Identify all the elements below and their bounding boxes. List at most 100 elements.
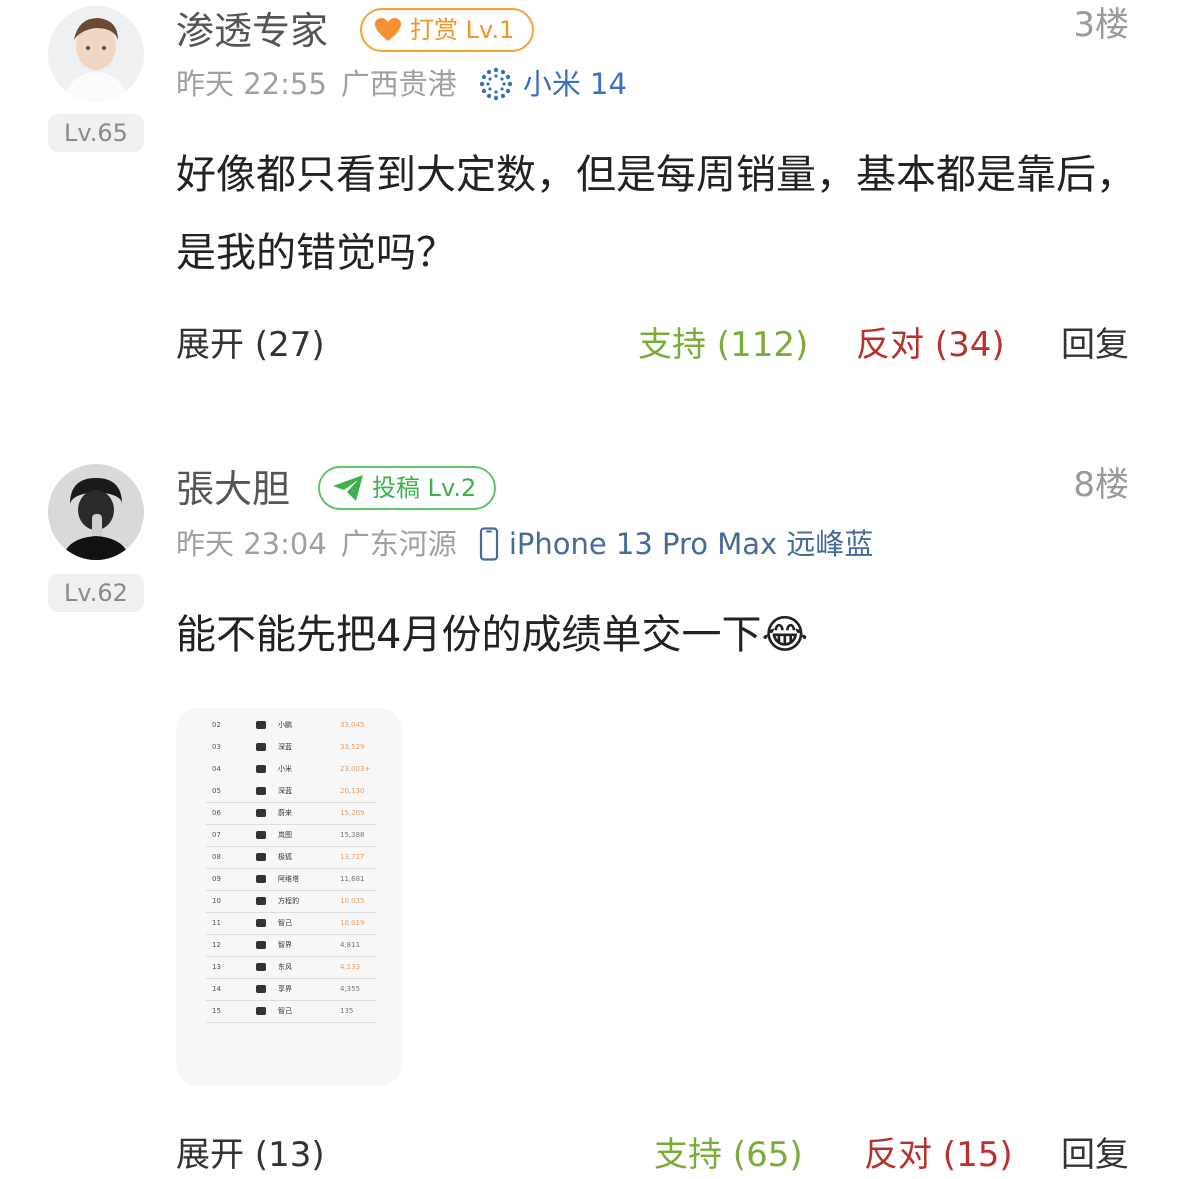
- post-time: 昨天 23:04: [176, 527, 327, 561]
- username[interactable]: 渗透专家: [176, 6, 328, 56]
- thumbnail-value: 33,045: [340, 721, 365, 729]
- oppose-button[interactable]: 反对 (34): [856, 320, 1005, 370]
- brand-logo-icon: [256, 721, 266, 729]
- ip-location: 广东河源: [340, 527, 457, 561]
- brand-logo-icon: [256, 831, 266, 839]
- thumbnail-rank: 12: [212, 941, 221, 949]
- brand-logo-icon: [256, 919, 266, 927]
- brand-logo-icon: [256, 853, 266, 861]
- thumbnail-brand: 阿维塔: [278, 875, 299, 883]
- brand-logo-icon: [256, 985, 266, 993]
- badge-label: 打赏 Lv.1: [410, 16, 515, 44]
- floor-number: 3楼: [1073, 5, 1129, 45]
- reward-badge[interactable]: 打赏 Lv.1: [360, 8, 535, 52]
- comment-meta: 昨天 23:04 广东河源 iPhone 13 Pro Max 远峰蓝: [176, 524, 873, 564]
- thumbnail-row: 08 极狐 13,727: [176, 846, 402, 868]
- thumbnail-rank: 05: [212, 787, 221, 795]
- thumbnail-row: 10 方程豹 10,035: [176, 890, 402, 912]
- thumbnail-brand: 小鹏: [278, 721, 292, 729]
- thumbnail-row: 06 蔚来 15,269: [176, 802, 402, 824]
- support-button[interactable]: 支持 (112): [638, 320, 808, 370]
- thumbnail-brand: 极狐: [278, 853, 292, 861]
- thumbnail-brand: 蔚来: [278, 809, 292, 817]
- reply-button[interactable]: 回复: [1061, 1130, 1129, 1179]
- thumbnail-row: 02 小鹏 33,045: [176, 714, 402, 736]
- brand-logo-icon: [256, 897, 266, 905]
- comment-floor-8: Lv.62 張大胆 投稿 Lv.2 8楼 昨天 23:04 广东河源 iPhon…: [0, 460, 1179, 1179]
- thumbnail-brand: 智界: [278, 941, 292, 949]
- contributor-badge[interactable]: 投稿 Lv.2: [318, 466, 497, 510]
- expand-replies-button[interactable]: 展开 (13): [176, 1130, 325, 1179]
- comment-floor-3: Lv.65 渗透专家 打赏 Lv.1 3楼 昨天 22:55 广西贵港 小米 1…: [0, 0, 1179, 440]
- thumbnail-brand: 深蓝: [278, 787, 292, 795]
- thumbnail-brand: 东风: [278, 963, 292, 971]
- brand-logo-icon: [256, 765, 266, 773]
- thumbnail-value: 15,269: [340, 809, 365, 817]
- heart-icon: [375, 18, 401, 41]
- username[interactable]: 張大胆: [176, 464, 290, 514]
- thumbnail-brand: 岚图: [278, 831, 292, 839]
- thumbnail-brand: 深蓝: [278, 743, 292, 751]
- attached-image-thumbnail[interactable]: 02 小鹏 33,045 03 深蓝 33,529 04 小米 23,003+ 05 深蓝 20,13…: [176, 708, 402, 1086]
- brand-logo-icon: [256, 787, 266, 795]
- thumbnail-brand: 方程豹: [278, 897, 299, 905]
- thumbnail-row: 03 深蓝 33,529: [176, 736, 402, 758]
- thumbnail-value: 15,388: [340, 831, 365, 839]
- thumbnail-value: 23,003+: [340, 765, 371, 773]
- thumbnail-row: 07 岚图 15,388: [176, 824, 402, 846]
- post-time: 昨天 22:55: [176, 67, 327, 101]
- avatar-image: [48, 464, 144, 560]
- device-name: iPhone 13 Pro Max 远峰蓝: [508, 527, 874, 561]
- comment-actions: 展开 (13) 支持 (65) 反对 (15) 回复: [0, 1130, 1179, 1179]
- thumbnail-rank: 10: [212, 897, 221, 905]
- device-info: 小米 14: [479, 64, 627, 104]
- thumbnail-value: 11,681: [340, 875, 365, 883]
- thumbnail-value: 135: [340, 1007, 354, 1015]
- brand-logo-icon: [256, 875, 266, 883]
- thumbnail-rank: 15: [212, 1007, 221, 1015]
- brand-logo-icon: [256, 743, 266, 751]
- brand-logo-icon: [256, 809, 266, 817]
- thumbnail-row: 11 智己 10,019: [176, 912, 402, 934]
- thumbnail-row: 12 智界 4,811: [176, 934, 402, 956]
- user-level-badge: Lv.65: [48, 114, 144, 152]
- device-name: 小米 14: [522, 67, 627, 101]
- thumbnail-rank: 09: [212, 875, 221, 883]
- comment-meta: 昨天 22:55 广西贵港 小米 14: [176, 64, 627, 104]
- comment-actions: 展开 (27) 支持 (112) 反对 (34) 回复: [0, 320, 1179, 370]
- oppose-button[interactable]: 反对 (15): [864, 1130, 1013, 1179]
- thumbnail-row: 04 小米 23,003+: [176, 758, 402, 780]
- thumbnail-brand: 小米: [278, 765, 292, 773]
- thumbnail-rank: 08: [212, 853, 221, 861]
- thumbnail-rank: 04: [212, 765, 221, 773]
- avatar[interactable]: [48, 464, 144, 560]
- paper-plane-icon: [333, 475, 363, 501]
- thumbnail-rank: 14: [212, 985, 221, 993]
- thumbnail-row: 09 阿维塔 11,681: [176, 868, 402, 890]
- thumbnail-value: 20,130: [340, 787, 365, 795]
- thumbnail-rank: 06: [212, 809, 221, 817]
- brand-logo-icon: [256, 941, 266, 949]
- thumbnail-rank: 07: [212, 831, 221, 839]
- thumbnail-brand: 享界: [278, 985, 292, 993]
- brand-logo-icon: [256, 1007, 266, 1015]
- reply-button[interactable]: 回复: [1061, 320, 1129, 370]
- thumbnail-row: 14 享界 4,355: [176, 978, 402, 1000]
- thumbnail-value: 10,035: [340, 897, 365, 905]
- thumbnail-value: 4,133: [340, 963, 361, 971]
- thumbnail-value: 4,355: [340, 985, 361, 993]
- badge-label: 投稿 Lv.2: [372, 474, 477, 502]
- thumbnail-rank: 11: [212, 919, 221, 927]
- thumbnail-value: 33,529: [340, 743, 365, 751]
- floor-number: 8楼: [1073, 465, 1129, 505]
- xiaomi-ring-icon: [479, 67, 513, 101]
- thumbnail-brand: 智己: [278, 919, 292, 927]
- thumbnail-row: 15 智己 135: [176, 1000, 402, 1022]
- thumbnail-value: 10,019: [340, 919, 365, 927]
- avatar[interactable]: [48, 6, 144, 102]
- user-level-badge: Lv.62: [48, 574, 144, 612]
- comment-text: 能不能先把4月份的成绩单交一下😂: [176, 612, 809, 658]
- support-button[interactable]: 支持 (65): [654, 1130, 803, 1179]
- thumbnail-brand: 智己: [278, 1007, 292, 1015]
- expand-replies-button[interactable]: 展开 (27): [176, 320, 325, 370]
